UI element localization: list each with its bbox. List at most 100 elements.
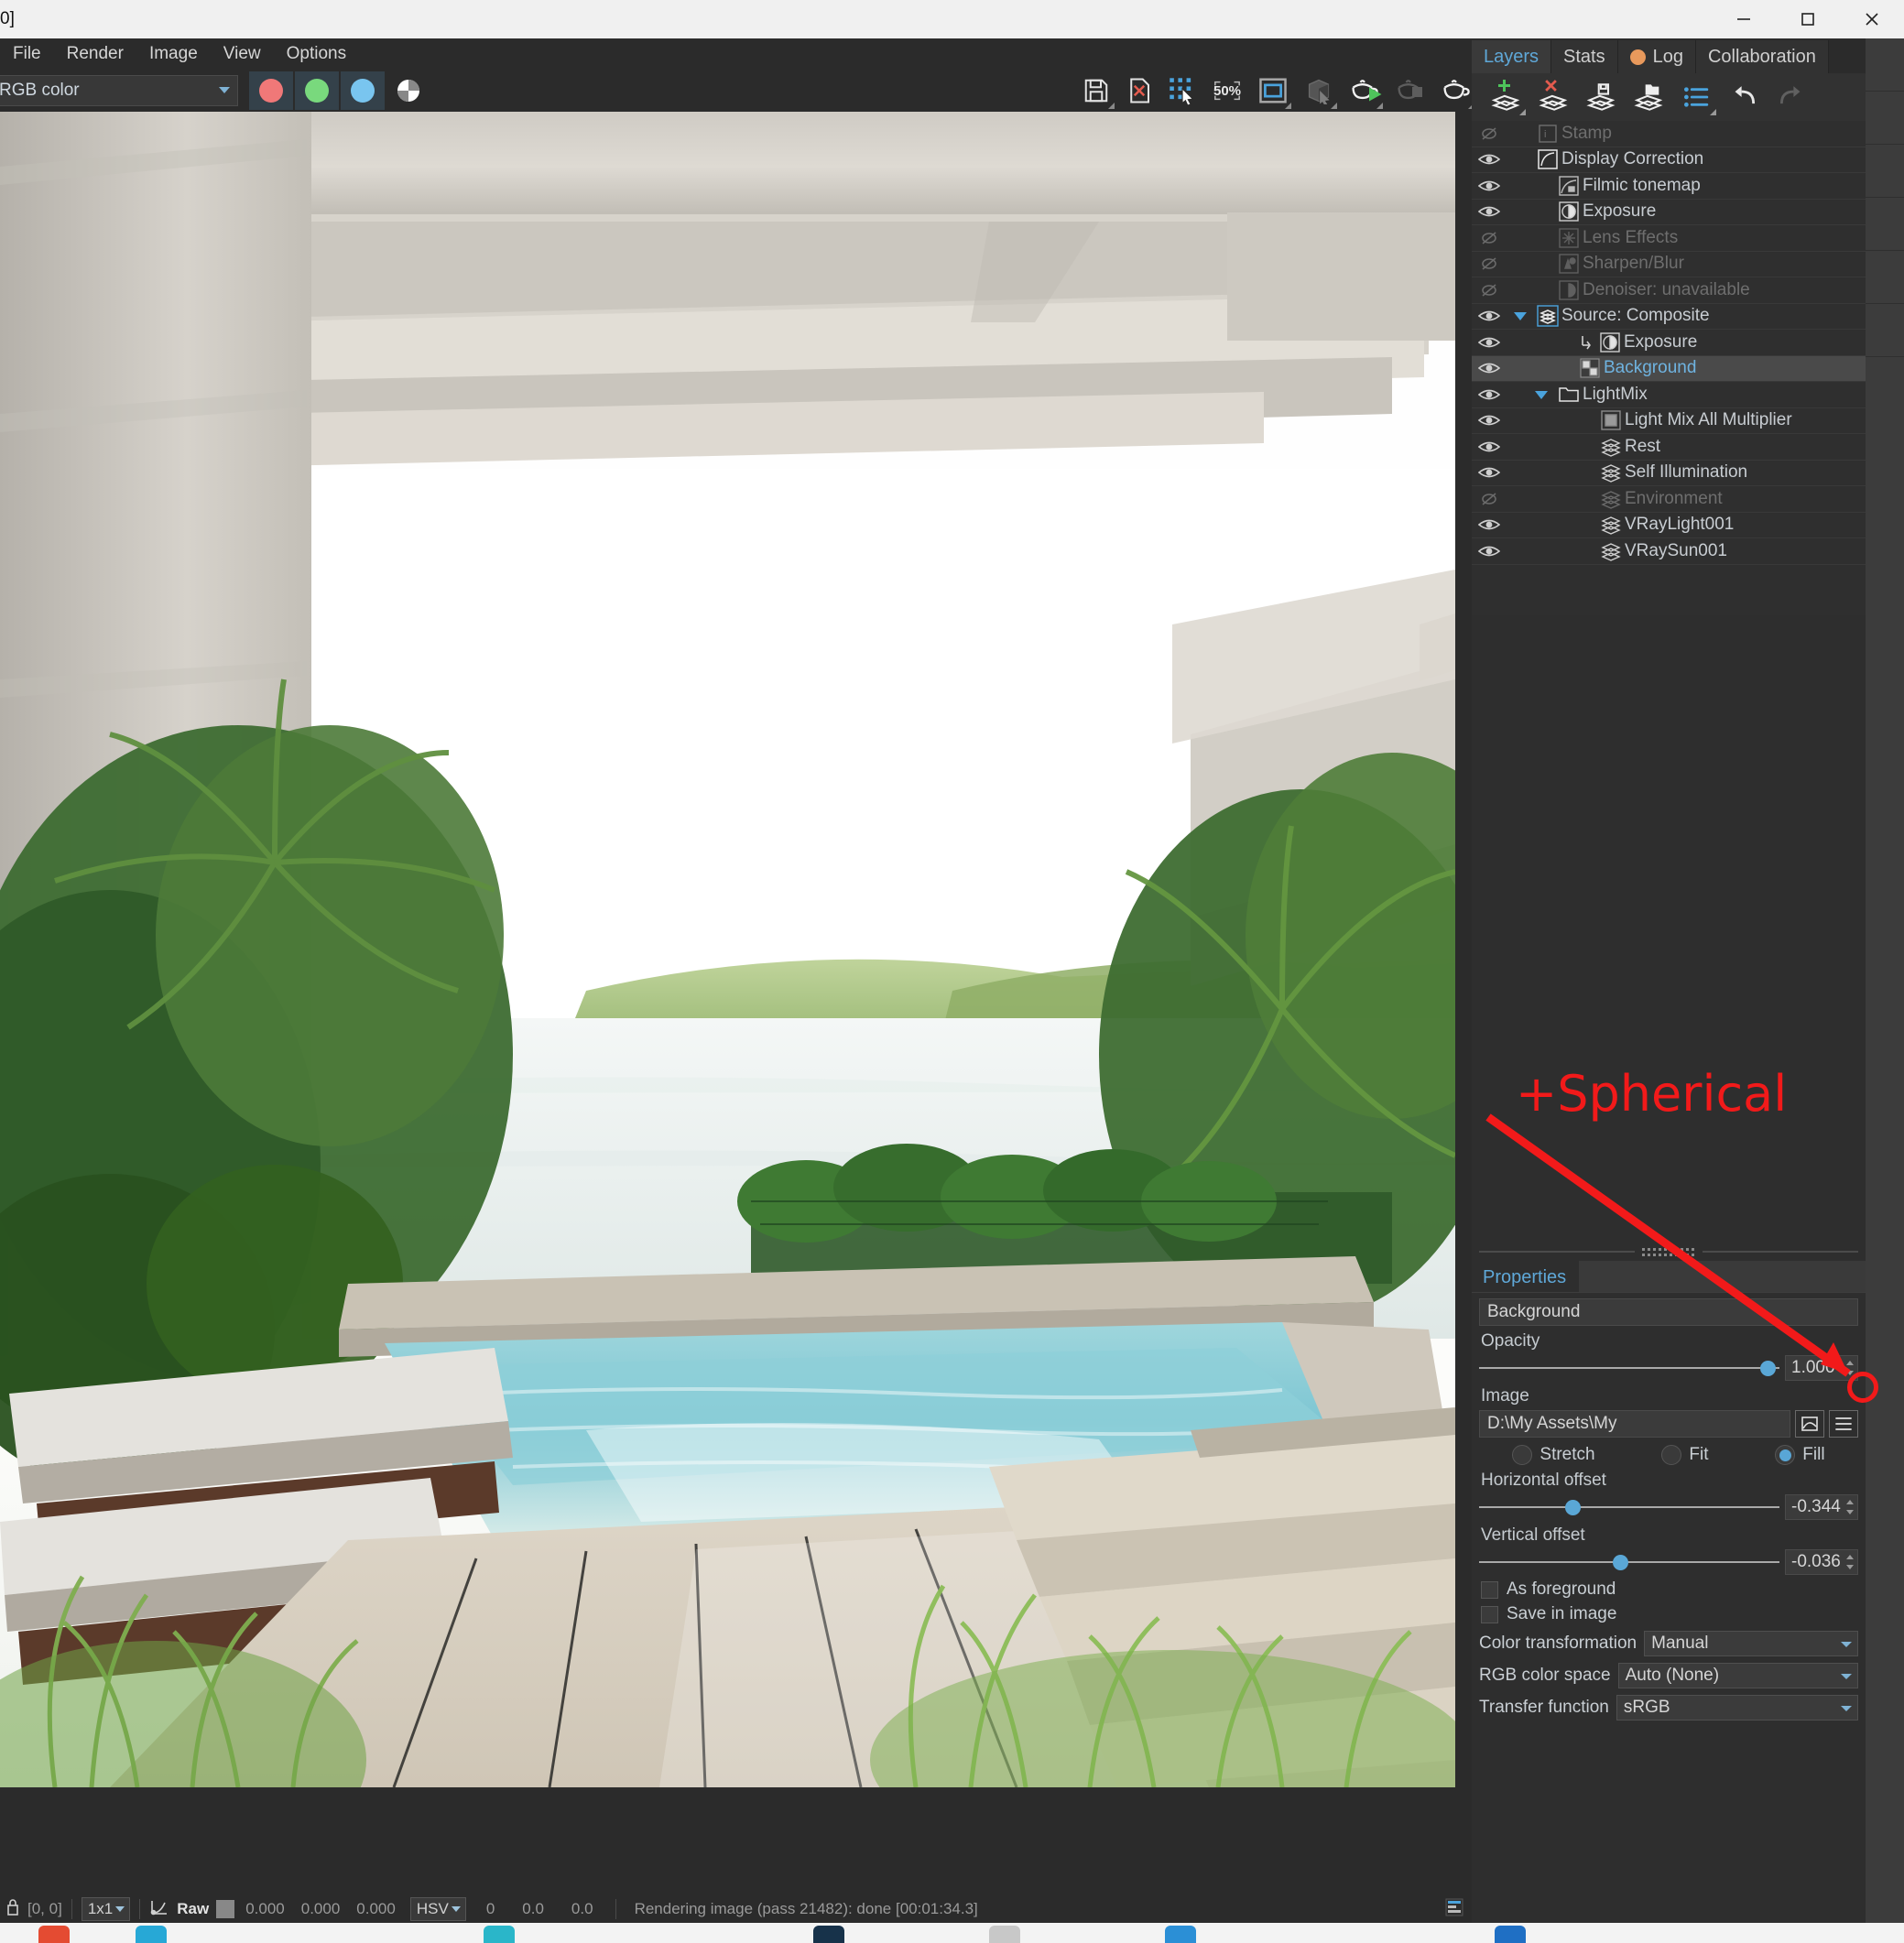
chevron-down-icon[interactable] — [1507, 310, 1534, 321]
tab-layers[interactable]: Layers — [1472, 40, 1552, 73]
layer-visible-icon[interactable] — [1472, 334, 1507, 351]
chevron-down-icon[interactable] — [1528, 389, 1555, 400]
image-path-field[interactable]: D:\My Assets\My Assets.Library\Temp\DC71 — [1479, 1410, 1790, 1438]
image-list-icon[interactable] — [1829, 1410, 1858, 1438]
menu-render[interactable]: Render — [54, 41, 136, 67]
delete-layer-icon[interactable] — [1532, 77, 1574, 117]
layer-row[interactable]: Self Illumination — [1472, 461, 1866, 486]
maximize-button[interactable] — [1776, 0, 1840, 38]
transfer-function-select[interactable]: sRGB — [1616, 1695, 1858, 1720]
render-viewport[interactable] — [0, 112, 1472, 1895]
layer-hidden-icon[interactable] — [1472, 255, 1507, 272]
vertical-offset-knob[interactable] — [1613, 1555, 1629, 1570]
save-in-image-checkbox[interactable]: Save in image — [1481, 1604, 1858, 1624]
menu-image[interactable]: Image — [136, 41, 211, 67]
layer-hidden-icon[interactable] — [1472, 230, 1507, 246]
horizontal-offset-slider[interactable] — [1479, 1495, 1779, 1519]
layer-row[interactable]: Source: Composite — [1472, 304, 1866, 330]
clear-image-icon[interactable] — [1119, 71, 1159, 110]
fit-mode-fit[interactable]: Fit — [1661, 1445, 1709, 1465]
layer-row[interactable]: Sharpen/Blur — [1472, 252, 1866, 277]
layer-row[interactable]: VRaySun001 — [1472, 538, 1866, 565]
tab-collaboration[interactable]: Collaboration — [1695, 40, 1829, 73]
tab-properties[interactable]: Properties — [1472, 1264, 1577, 1292]
minimize-button[interactable] — [1712, 0, 1776, 38]
layer-row[interactable]: Lens Effects — [1472, 225, 1866, 252]
vertical-offset-field[interactable]: -0.036 — [1785, 1549, 1858, 1575]
spin-up-icon[interactable] — [1846, 1500, 1854, 1504]
layer-row[interactable]: Filmic tonemap — [1472, 173, 1866, 200]
spin-up-icon[interactable] — [1846, 1555, 1854, 1559]
layer-hidden-icon[interactable] — [1472, 282, 1507, 299]
taskbar-app-icon[interactable] — [38, 1926, 70, 1943]
layer-visible-icon[interactable] — [1472, 439, 1507, 455]
render-teapot-icon[interactable] — [1436, 71, 1476, 110]
sample-size-select[interactable]: 1x1 — [81, 1897, 131, 1921]
horizontal-offset-field[interactable]: -0.344 — [1785, 1494, 1858, 1520]
layer-name-field[interactable]: Background — [1479, 1298, 1858, 1326]
save-image-icon[interactable] — [1076, 71, 1116, 110]
rgb-color-space-select[interactable]: Auto (None) — [1617, 1663, 1858, 1688]
layer-row[interactable]: Exposure — [1472, 200, 1866, 225]
layer-list[interactable]: i Stamp Display Correction Filmic tonemap Ex… — [1472, 121, 1866, 615]
fit-to-window-icon[interactable] — [1253, 71, 1293, 110]
taskbar-app-icon[interactable] — [989, 1926, 1020, 1943]
add-layer-icon[interactable] — [1485, 77, 1527, 117]
layer-row[interactable]: Background — [1472, 355, 1866, 382]
layer-row[interactable]: Denoiser: unavailable — [1472, 277, 1866, 304]
zoom-50-percent-icon[interactable]: 50% — [1207, 71, 1247, 110]
load-layers-icon[interactable] — [1627, 77, 1670, 117]
panel-splitter[interactable] — [1472, 1245, 1866, 1258]
menu-options[interactable]: Options — [274, 41, 359, 67]
render-progress-icon[interactable] — [1444, 1897, 1464, 1922]
as-foreground-checkbox[interactable]: As foreground — [1481, 1579, 1858, 1600]
color-transformation-select[interactable]: Manual — [1644, 1631, 1858, 1656]
blue-channel-button[interactable] — [341, 71, 385, 110]
layer-row[interactable]: Display Correction — [1472, 147, 1866, 173]
spin-up-icon[interactable] — [1846, 1361, 1854, 1365]
opacity-slider[interactable] — [1479, 1356, 1779, 1380]
pixel-mode-label[interactable]: Raw — [177, 1900, 209, 1918]
layer-row[interactable]: VRayLight001 — [1472, 513, 1866, 538]
open-image-icon[interactable] — [1795, 1410, 1824, 1438]
layer-visible-icon[interactable] — [1472, 178, 1507, 194]
region-render-icon[interactable] — [1162, 71, 1202, 110]
layer-row[interactable]: i Stamp — [1472, 121, 1866, 147]
channel-select[interactable]: RGB color — [0, 75, 238, 106]
layer-hidden-icon[interactable] — [1472, 491, 1507, 507]
menu-view[interactable]: View — [211, 41, 274, 67]
tab-stats[interactable]: Stats — [1551, 40, 1618, 73]
tab-log[interactable]: Log — [1617, 40, 1696, 73]
vertical-offset-slider[interactable] — [1479, 1550, 1779, 1574]
green-channel-button[interactable] — [295, 71, 339, 110]
layer-row[interactable]: Environment — [1472, 486, 1866, 513]
layer-visible-icon[interactable] — [1472, 516, 1507, 533]
layer-row[interactable]: LightMix — [1472, 382, 1866, 408]
layer-row[interactable]: Light Mix All Multiplier — [1472, 408, 1866, 434]
layer-hidden-icon[interactable] — [1472, 125, 1507, 142]
layer-visible-icon[interactable] — [1472, 308, 1507, 324]
taskbar-app-icon[interactable] — [484, 1926, 515, 1943]
taskbar-app-icon[interactable] — [1495, 1926, 1526, 1943]
layer-visible-icon[interactable] — [1472, 386, 1507, 403]
close-button[interactable] — [1840, 0, 1904, 38]
save-layers-icon[interactable] — [1580, 77, 1622, 117]
render-start-icon[interactable] — [1344, 71, 1385, 110]
curve-icon[interactable] — [149, 1898, 169, 1921]
undo-icon[interactable] — [1723, 77, 1765, 117]
fit-mode-stretch[interactable]: Stretch — [1512, 1445, 1595, 1465]
layer-row[interactable]: Rest — [1472, 434, 1866, 461]
spin-down-icon[interactable] — [1846, 1565, 1854, 1569]
layer-visible-icon[interactable] — [1472, 360, 1507, 376]
color-model-select[interactable]: HSV — [409, 1897, 466, 1921]
menu-file[interactable]: File — [0, 41, 54, 67]
red-channel-button[interactable] — [249, 71, 293, 110]
opacity-value-field[interactable]: 1.000 — [1785, 1355, 1858, 1381]
taskbar-app-icon[interactable] — [136, 1926, 167, 1943]
layer-visible-icon[interactable] — [1472, 151, 1507, 168]
fit-mode-fill[interactable]: Fill — [1775, 1445, 1825, 1465]
render-stop-icon[interactable] — [1390, 71, 1431, 110]
layer-visible-icon[interactable] — [1472, 412, 1507, 429]
spin-down-icon[interactable] — [1846, 1510, 1854, 1514]
render-last-icon[interactable] — [1299, 71, 1339, 110]
